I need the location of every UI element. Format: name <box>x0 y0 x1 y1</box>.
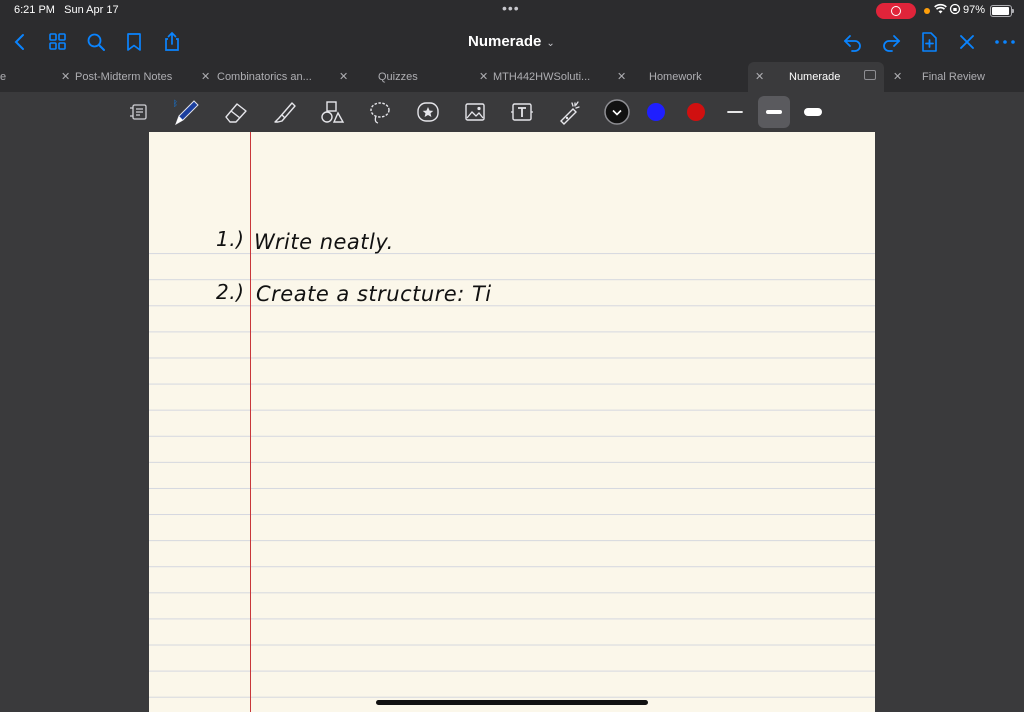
status-time: 6:21 PM Sun Apr 17 <box>14 4 119 16</box>
chevron-down-icon[interactable]: ⌄ <box>546 38 554 49</box>
tab-bar: e ✕ Post-Midterm Notes ✕ Combinatorics a… <box>0 62 1024 92</box>
tab-close-icon[interactable]: ✕ <box>201 62 210 92</box>
tab-mth442[interactable]: ✕ MTH442HWSoluti... <box>476 62 606 92</box>
tab-close-icon[interactable]: ✕ <box>479 62 488 92</box>
tab-post-midterm-notes[interactable]: ✕ Post-Midterm Notes <box>58 62 188 92</box>
tab-label: Numerade <box>789 71 841 83</box>
undo-icon[interactable] <box>841 30 865 54</box>
bookmark-icon[interactable] <box>122 30 146 54</box>
text-tool-icon[interactable] <box>507 97 537 127</box>
document-canvas: 1.) Write neatly. 2.) Create a structure… <box>0 132 1024 712</box>
grid-view-icon[interactable] <box>46 30 70 54</box>
search-icon[interactable] <box>84 30 108 54</box>
tab-partial[interactable]: e <box>0 62 10 92</box>
tab-close-icon[interactable]: ✕ <box>893 62 902 92</box>
laser-pointer-icon[interactable] <box>555 97 585 127</box>
screen-record-icon[interactable] <box>876 3 916 19</box>
tab-close-icon[interactable]: ✕ <box>617 62 626 92</box>
tab-homework[interactable]: ✕ Homework <box>614 62 744 92</box>
tab-quizzes[interactable]: ✕ Quizzes <box>336 62 466 92</box>
read-only-mode-icon[interactable] <box>125 97 155 127</box>
tab-close-icon[interactable]: ✕ <box>61 62 70 92</box>
close-icon[interactable] <box>955 30 979 54</box>
battery-icon <box>990 5 1014 17</box>
tab-label: Combinatorics an... <box>217 71 312 83</box>
sticker-tool-icon[interactable] <box>413 97 443 127</box>
document-title[interactable]: Numerade ⌄ <box>468 33 555 50</box>
add-page-icon[interactable] <box>917 30 941 54</box>
color-swatch-black[interactable] <box>602 97 632 127</box>
battery-percent: 97% <box>963 4 986 16</box>
mic-indicator-icon <box>924 8 930 14</box>
lasso-tool-icon[interactable] <box>365 97 395 127</box>
redo-icon[interactable] <box>879 30 903 54</box>
tab-numerade[interactable]: ✕ Numerade <box>748 62 884 92</box>
svg-text:ᛒ: ᛒ <box>173 99 178 108</box>
tab-close-icon[interactable]: ✕ <box>755 62 764 92</box>
stroke-thick-icon[interactable] <box>798 97 828 127</box>
split-view-icon[interactable] <box>864 70 876 80</box>
stroke-thin-icon[interactable] <box>720 97 750 127</box>
margin-line <box>250 132 251 712</box>
handwritten-item-number: 1.) <box>216 227 245 251</box>
tab-combinatorics[interactable]: ✕ Combinatorics an... <box>198 62 328 92</box>
image-tool-icon[interactable] <box>460 97 490 127</box>
tab-final-review[interactable]: ✕ Final Review <box>890 62 1020 92</box>
color-swatch-red[interactable] <box>681 97 711 127</box>
annotation-toolbar: ᛒ <box>0 92 1024 132</box>
back-chevron-icon[interactable] <box>8 30 32 54</box>
multitasking-dots-icon[interactable]: ••• <box>502 0 520 16</box>
page-header-area <box>149 132 875 228</box>
share-icon[interactable] <box>160 30 184 54</box>
tab-label: MTH442HWSoluti... <box>493 71 591 83</box>
color-swatch-blue[interactable] <box>641 97 671 127</box>
pen-tool-icon[interactable]: ᛒ <box>172 97 202 127</box>
more-icon[interactable] <box>993 30 1017 54</box>
shapes-tool-icon[interactable] <box>317 97 347 127</box>
handwritten-item-text: Write neatly. <box>254 230 394 254</box>
rotation-lock-icon <box>949 3 961 18</box>
nav-bar: Numerade ⌄ <box>0 22 1024 62</box>
handwritten-item-text: Create a structure: Ti <box>256 282 492 306</box>
eraser-tool-icon[interactable] <box>221 97 251 127</box>
handwritten-item-number: 2.) <box>216 280 245 304</box>
highlighter-tool-icon[interactable] <box>269 97 299 127</box>
tab-label: Final Review <box>922 71 985 83</box>
tab-label: Post-Midterm Notes <box>75 71 173 83</box>
tab-label: Homework <box>649 71 702 83</box>
stroke-medium-icon[interactable] <box>759 97 789 127</box>
lined-paper-page[interactable]: 1.) Write neatly. 2.) Create a structure… <box>149 132 875 712</box>
status-bar: 6:21 PM Sun Apr 17 ••• 97% <box>0 0 1024 22</box>
tab-label: Quizzes <box>378 71 418 83</box>
tab-close-icon[interactable]: ✕ <box>339 62 348 92</box>
home-indicator[interactable] <box>376 700 648 705</box>
wifi-icon <box>934 3 947 18</box>
